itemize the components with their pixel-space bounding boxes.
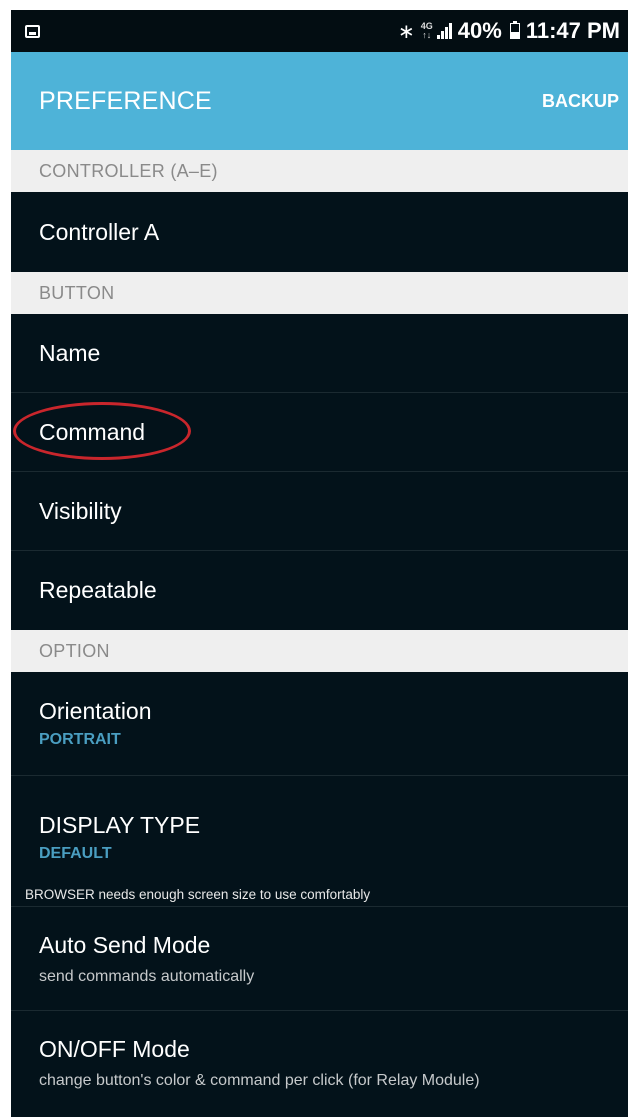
pref-item-title: Visibility [39, 497, 122, 524]
app-screen: ∗ 4G ↑↓ 40% 11:47 PM PREFERENCE BACKUP C… [11, 10, 628, 1117]
network-4g-icon: 4G ↑↓ [420, 21, 433, 40]
pref-item-command[interactable]: Command [11, 393, 628, 472]
page-title: PREFERENCE [39, 86, 212, 115]
section-header-button: BUTTON [11, 272, 628, 314]
pref-item-summary: change button's color & command per clic… [39, 1072, 480, 1089]
status-right: ∗ 4G ↑↓ 40% 11:47 PM [398, 18, 620, 44]
pref-item-name[interactable]: Name [11, 314, 628, 393]
pref-item-title: ON/OFF Mode [39, 1036, 190, 1062]
pref-item-on-off-mode[interactable]: ON/OFF Mode change button's color & comm… [11, 1011, 628, 1115]
pref-item-summary: DEFAULT [39, 845, 112, 862]
pref-item-title: Auto Send Mode [39, 931, 211, 958]
pref-item-repeatable[interactable]: Repeatable [11, 551, 628, 630]
pref-item-visibility[interactable]: Visibility [11, 472, 628, 551]
pref-item-title: DISPLAY TYPE [39, 812, 201, 838]
pref-item-title: Command [39, 418, 146, 445]
section-header-option: OPTION [11, 630, 628, 672]
clock: 11:47 PM [525, 18, 620, 43]
backup-button[interactable]: BACKUP [542, 91, 619, 112]
image-icon [25, 24, 40, 38]
display-type-note: BROWSER needs enough screen size to use … [11, 879, 628, 907]
app-bar: PREFERENCE BACKUP [11, 52, 628, 150]
pref-item-title: Controller A [39, 218, 160, 245]
pref-item-title: Orientation [39, 698, 152, 724]
pref-item-title: Repeatable [39, 577, 157, 603]
battery-percent: 40% [457, 18, 502, 43]
pref-item-orientation[interactable]: Orientation PORTRAIT [11, 672, 628, 776]
signal-icon [436, 23, 452, 39]
section-header-controller: CONTROLLER (A–E) [11, 150, 628, 192]
pref-item-title: Name [39, 339, 101, 366]
pref-item-display-type[interactable]: DISPLAY TYPE DEFAULT [11, 776, 628, 879]
pref-item-controller-a[interactable]: Controller A [11, 192, 628, 272]
status-left [25, 24, 40, 38]
pref-item-summary: PORTRAIT [39, 731, 121, 748]
pref-item-auto-send-mode[interactable]: Auto Send Mode send commands automatical… [11, 907, 628, 1011]
battery-icon [509, 21, 520, 39]
pref-item-summary: send commands automatically [39, 967, 255, 985]
status-bar: ∗ 4G ↑↓ 40% 11:47 PM [11, 10, 628, 52]
bluetooth-icon: ∗ [398, 20, 415, 43]
